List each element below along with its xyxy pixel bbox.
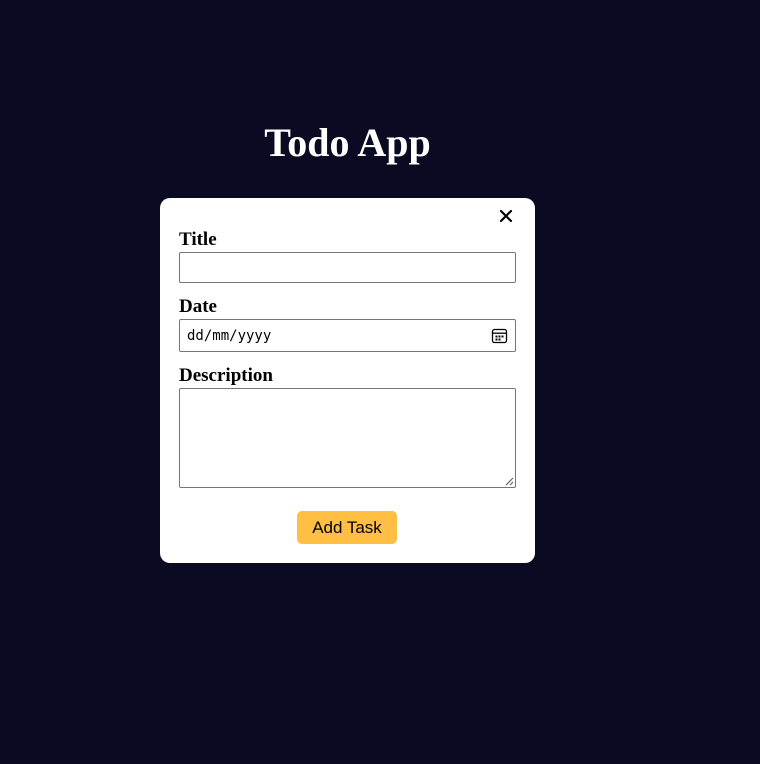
- calendar-icon[interactable]: [491, 327, 508, 344]
- add-task-button[interactable]: Add Task: [297, 511, 397, 544]
- date-label: Date: [179, 296, 217, 317]
- page-title: Todo App: [264, 120, 431, 165]
- task-form-card: Title Date dd/mm/yyyy Description Add Ta…: [160, 198, 535, 563]
- title-input[interactable]: [179, 252, 516, 283]
- close-button[interactable]: [496, 206, 516, 226]
- resize-handle-icon[interactable]: [504, 476, 514, 486]
- date-input[interactable]: dd/mm/yyyy: [179, 319, 516, 352]
- title-label: Title: [179, 229, 217, 250]
- description-label: Description: [179, 365, 273, 386]
- date-input-placeholder: dd/mm/yyyy: [187, 328, 272, 344]
- description-textarea[interactable]: [179, 388, 516, 488]
- close-icon: [499, 209, 513, 223]
